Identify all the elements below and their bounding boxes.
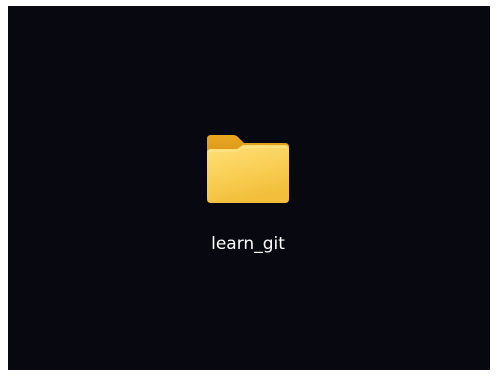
desktop-item-label: learn_git (211, 234, 285, 254)
folder-icon (203, 129, 293, 207)
desktop-item-learn-git[interactable]: learn_git (186, 124, 310, 266)
desktop-area[interactable]: learn_git (8, 6, 490, 370)
screenshot-frame: learn_git (0, 0, 496, 379)
